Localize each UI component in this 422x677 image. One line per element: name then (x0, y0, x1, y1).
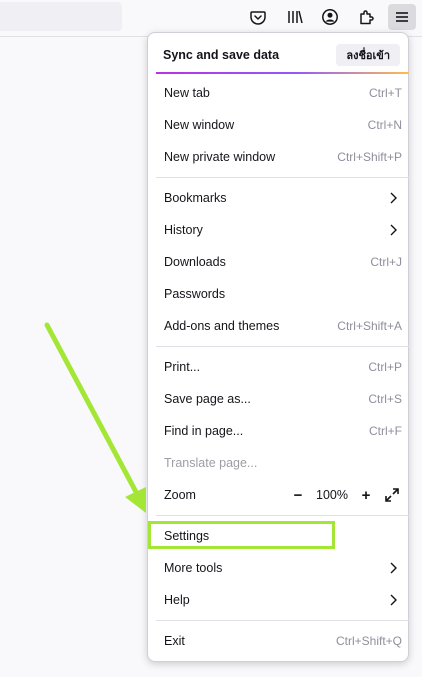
menu-separator (156, 346, 409, 347)
menu-item-more-tools[interactable]: More tools (156, 553, 402, 583)
sync-accent-line (156, 72, 409, 74)
zoom-controls: − 100% + (288, 485, 402, 505)
pocket-button[interactable] (244, 4, 272, 30)
menu-separator (156, 177, 409, 178)
open-menu-button[interactable] (388, 4, 416, 30)
menu-item-downloads[interactable]: Downloads Ctrl+J (156, 247, 402, 277)
menu-item-new-tab[interactable]: New tab Ctrl+T (156, 78, 402, 108)
settings-highlight-box (148, 521, 335, 549)
chevron-right-icon (390, 562, 397, 574)
menu-separator (156, 515, 409, 516)
account-icon (322, 9, 338, 25)
menu-item-new-window[interactable]: New window Ctrl+N (156, 110, 402, 140)
menu-item-history[interactable]: History (156, 215, 402, 245)
zoom-out-button[interactable]: − (288, 485, 308, 505)
menu-item-zoom: Zoom − 100% + (156, 480, 402, 510)
chevron-right-icon (390, 594, 397, 606)
menu-item-passwords[interactable]: Passwords (156, 279, 402, 309)
zoom-in-button[interactable]: + (356, 485, 376, 505)
sync-row: Sync and save data ลงชื่อเข้า (156, 41, 402, 69)
pocket-icon (250, 11, 266, 25)
zoom-level[interactable]: 100% (314, 488, 350, 502)
menu-item-new-private-window[interactable]: New private window Ctrl+Shift+P (156, 142, 402, 172)
library-icon (288, 10, 303, 24)
library-button[interactable] (281, 4, 309, 30)
chevron-right-icon (390, 192, 397, 204)
url-bar[interactable] (0, 2, 122, 31)
menu-icon (396, 12, 408, 22)
sync-label: Sync and save data (163, 48, 280, 62)
menu-item-translate-page: Translate page... (164, 456, 258, 470)
account-button[interactable] (316, 4, 344, 30)
menu-item-exit[interactable]: Exit Ctrl+Shift+Q (156, 626, 402, 656)
fullscreen-icon[interactable] (384, 487, 400, 503)
menu-item-print[interactable]: Print... Ctrl+P (156, 352, 402, 382)
menu-item-save-page[interactable]: Save page as... Ctrl+S (156, 384, 402, 414)
extensions-icon (360, 10, 374, 25)
chevron-right-icon (390, 224, 397, 236)
menu-separator (156, 620, 409, 621)
extensions-button[interactable] (352, 4, 380, 30)
menu-item-help[interactable]: Help (156, 585, 402, 615)
sign-in-button[interactable]: ลงชื่อเข้า (336, 44, 400, 66)
app-menu-panel: Sync and save data ลงชื่อเข้า New tab Ct… (147, 32, 409, 662)
menu-item-addons-themes[interactable]: Add-ons and themes Ctrl+Shift+A (156, 311, 402, 341)
menu-item-find-in-page[interactable]: Find in page... Ctrl+F (156, 416, 402, 446)
menu-item-bookmarks[interactable]: Bookmarks (156, 183, 402, 213)
